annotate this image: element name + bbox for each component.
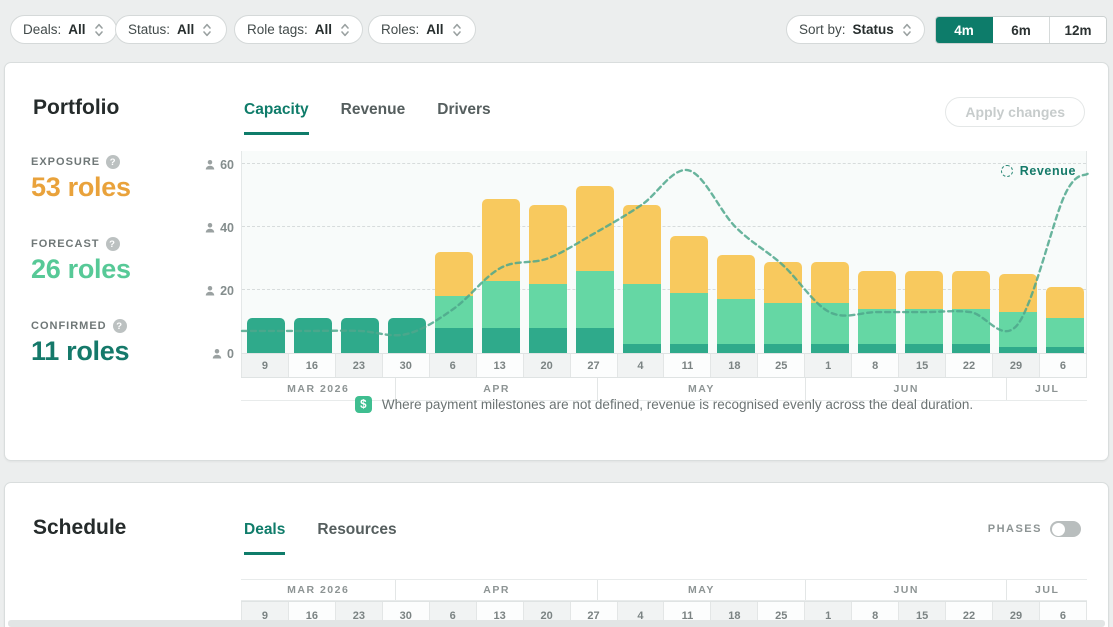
schedule-card: Schedule Deals Resources PHASES MAR 2026A…: [4, 482, 1109, 627]
schedule-tab-deals[interactable]: Deals: [244, 521, 285, 555]
schedule-title: Schedule: [33, 516, 126, 540]
filter-value: All: [177, 22, 194, 37]
help-icon[interactable]: ?: [106, 237, 120, 251]
capacity-chart: 0204060 Revenue 916233061320274111825181…: [241, 151, 1087, 401]
y-axis-tick-0: 0: [211, 347, 234, 361]
range-button-12m[interactable]: 12m: [1050, 17, 1106, 43]
y-axis-tick-60: 60: [204, 158, 234, 172]
chart-date-cell: 8: [852, 354, 899, 377]
sort-by-dropdown[interactable]: Sort by: Status: [786, 15, 925, 44]
chart-date-cell: 9: [241, 354, 289, 377]
stat-value: 26 roles: [31, 254, 211, 285]
range-button-6m[interactable]: 6m: [993, 17, 1050, 43]
stat-confirmed: CONFIRMED? 11 roles: [31, 319, 211, 367]
dollar-icon: $: [355, 396, 372, 413]
person-icon: [211, 348, 223, 360]
schedule-months-row: MAR 2026APRMAYJUNJUL: [241, 579, 1087, 601]
stat-label: EXPOSURE?: [31, 155, 211, 169]
person-icon: [204, 285, 216, 297]
chart-date-cell: 16: [289, 354, 336, 377]
chart-date-cell: 23: [336, 354, 383, 377]
phases-label: PHASES: [988, 523, 1042, 535]
schedule-tab-resources[interactable]: Resources: [317, 521, 396, 555]
chart-date-cell: 18: [711, 354, 758, 377]
deals-filter-dropdown[interactable]: Deals: All: [10, 15, 117, 44]
toggle-knob: [1052, 523, 1065, 536]
revenue-footnote: $ Where payment milestones are not defin…: [241, 396, 1087, 413]
role-tags-filter-dropdown[interactable]: Role tags: All: [234, 15, 363, 44]
stat-forecast: FORECAST? 26 roles: [31, 237, 211, 285]
chart-y-axis: 0204060: [194, 151, 238, 353]
stat-exposure: EXPOSURE? 53 roles: [31, 155, 211, 203]
person-icon: [204, 222, 216, 234]
chart-date-cell: 11: [664, 354, 711, 377]
portfolio-tab-drivers[interactable]: Drivers: [437, 101, 490, 135]
stat-label: FORECAST?: [31, 237, 211, 251]
filter-value: All: [68, 22, 85, 37]
chart-date-cell: 4: [618, 354, 665, 377]
status-filter-dropdown[interactable]: Status: All: [115, 15, 227, 44]
chevron-updown-icon: [94, 22, 104, 38]
portfolio-tab-capacity[interactable]: Capacity: [244, 101, 309, 135]
chevron-updown-icon: [452, 22, 462, 38]
schedule-month-band: MAR 2026: [241, 580, 395, 600]
revenue-line: [242, 151, 1088, 353]
chevron-updown-icon: [202, 22, 212, 38]
chart-date-cell: 13: [477, 354, 524, 377]
sort-by-value: Status: [853, 22, 894, 37]
chart-date-cell: 22: [946, 354, 993, 377]
chart-date-cell: 6: [430, 354, 477, 377]
y-axis-tick-40: 40: [204, 221, 234, 235]
schedule-month-band: APR: [395, 580, 596, 600]
chart-date-cell: 29: [993, 354, 1040, 377]
chart-date-cell: 30: [383, 354, 430, 377]
stat-label: CONFIRMED?: [31, 319, 211, 333]
portfolio-card: Portfolio Capacity Revenue Drivers Apply c…: [4, 62, 1109, 461]
chart-date-cell: 27: [571, 354, 618, 377]
roles-filter-dropdown[interactable]: Roles: All: [368, 15, 476, 44]
stat-value: 11 roles: [31, 336, 211, 367]
portfolio-title: Portfolio: [33, 96, 119, 120]
schedule-month-band: JUN: [805, 580, 1006, 600]
range-button-4m[interactable]: 4m: [936, 17, 993, 43]
schedule-month-band: JUL: [1006, 580, 1087, 600]
chart-x-axis-dates: 916233061320274111825181522296: [241, 353, 1087, 378]
filter-label: Role tags:: [247, 22, 308, 37]
portfolio-tab-revenue[interactable]: Revenue: [341, 101, 406, 135]
filter-label: Deals:: [23, 22, 61, 37]
chart-date-cell: 20: [524, 354, 571, 377]
footnote-text: Where payment milestones are not defined…: [382, 397, 973, 412]
help-icon[interactable]: ?: [106, 155, 120, 169]
filter-label: Roles:: [381, 22, 419, 37]
phases-toggle[interactable]: [1050, 521, 1081, 537]
stat-value: 53 roles: [31, 172, 211, 203]
time-range-segmented-control: 4m6m12m: [935, 16, 1107, 44]
chart-date-cell: 6: [1040, 354, 1087, 377]
schedule-month-band: MAY: [597, 580, 805, 600]
chevron-updown-icon: [340, 22, 350, 38]
help-icon[interactable]: ?: [113, 319, 127, 333]
filter-value: All: [315, 22, 332, 37]
schedule-tabs: Deals Resources: [244, 521, 397, 555]
portfolio-stats: EXPOSURE? 53 roles FORECAST? 26 roles CONFIR…: [31, 155, 211, 401]
apply-changes-button[interactable]: Apply changes: [945, 97, 1085, 127]
phases-control: PHASES: [988, 521, 1081, 537]
chart-date-cell: 15: [899, 354, 946, 377]
sort-by-label: Sort by:: [799, 22, 846, 37]
chevron-updown-icon: [902, 22, 912, 38]
filter-label: Status:: [128, 22, 170, 37]
filter-value: All: [426, 22, 443, 37]
chart-plot-area: 0204060 Revenue: [241, 151, 1087, 353]
filter-bar: Deals: All Status: All Role tags: All Roles: Al…: [0, 0, 1113, 62]
horizontal-scrollbar[interactable]: [8, 620, 1105, 627]
chart-date-cell: 25: [758, 354, 805, 377]
portfolio-tabs: Capacity Revenue Drivers: [244, 101, 491, 135]
chart-date-cell: 1: [805, 354, 852, 377]
y-axis-tick-20: 20: [204, 284, 234, 298]
person-icon: [204, 159, 216, 171]
